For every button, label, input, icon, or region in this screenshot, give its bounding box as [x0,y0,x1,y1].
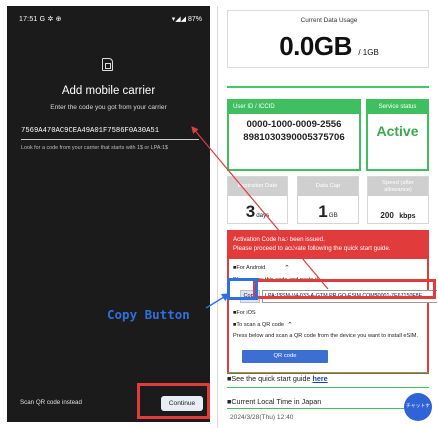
status-bar-indicators: ▾◢◢ 87% [171,16,202,23]
service-status-value: Active [376,123,419,139]
qr-instruction: Press below and scan a QR code from the … [233,333,418,339]
qr-code-button[interactable]: QR code [242,350,328,363]
data-cap-number: 1 [318,202,328,221]
android-section-label: ■For Android [233,265,266,271]
quick-start-guide-line: ■See the quick start guide here [227,374,328,383]
data-cap-value: 1GB [298,202,358,222]
speed-label: Speed (after allowance) [368,177,428,196]
code-hint-text: Look for a code from your carrier that s… [21,145,169,151]
guide-divider-bottom [227,387,429,388]
guide-here-link[interactable]: here [312,374,327,383]
chat-button[interactable]: チャットする [404,393,432,421]
esim-web-page: Current Data Usage 0.0GB / 1GB User ID /… [217,6,437,428]
speed-value: 200 kbps [368,205,428,223]
expiration-unit: days [256,212,270,219]
code-field-highlight-box [253,279,436,299]
local-time-heading: ■Current Local Time in Japan [227,397,322,406]
expiration-label: Expiration Date [228,177,287,196]
usage-cap: / 1GB [358,48,379,57]
data-cap-unit: GB [328,212,338,219]
service-status-card: Service status Active [366,99,429,171]
speed-number: 200 [380,211,394,220]
user-id-line: 0000-1000-0009-2556 [246,119,342,130]
data-cap-label: Data Cap [298,177,358,196]
service-status-label: Service status [368,101,427,114]
expiration-value: 3days [228,202,287,222]
copy-button-highlight-box [227,278,258,300]
ios-section-label: ■For iOS [233,310,256,316]
local-time-value: 2024/3/28(Thu) 12:40 [230,414,294,421]
activation-notice: Activation Code has been issued. Please … [229,232,427,259]
usage-number: 0.0GB [279,31,352,61]
activation-notice-line2: Please proceed to activate following the… [233,245,391,252]
sim-card-icon [102,58,113,71]
speed-unit: kbps [399,213,416,220]
section-divider [227,86,429,88]
page-title: Add mobile carrier [61,85,156,97]
user-id-card: User ID / ICCID 0000-1000-0009-2556 8981… [227,99,361,171]
input-underline [21,139,199,140]
iccid-line: 8981030390005375706 [243,132,345,143]
speed-card: Speed (after allowance) 200 kbps [367,176,429,224]
scan-qr-instead-link[interactable]: Scan QR code instead [20,399,82,406]
page-subtitle: Enter the code you got from your carrier [50,104,167,111]
qr-section-label: ■To scan a QR code [233,322,284,328]
android-expand-icon[interactable]: ⌃ [284,264,290,272]
expiration-number: 3 [245,202,256,221]
activation-code-input[interactable]: 7569A470AC9CEA49A01F7586F0A30A51 [21,123,199,139]
user-id-value: 0000-1000-0009-2556 8981030390005375706 [229,118,359,144]
status-bar-time: 17:51 G ✲ ⊕ [19,16,62,23]
qr-expand-icon[interactable]: ⌃ [287,321,293,329]
guide-divider-top [227,372,429,373]
data-usage-card: Current Data Usage 0.0GB / 1GB [227,10,429,68]
copy-button-callout: Copy Button [107,307,190,322]
data-cap-card: Data Cap 1GB [297,176,359,224]
guide-text: ■See the quick start guide [227,374,313,383]
expiration-card: Expiration Date 3days [227,176,288,224]
continue-highlight-box [137,383,210,419]
local-time-divider [227,408,429,409]
activation-notice-line1: Activation Code has been issued. [233,236,325,243]
activation-code-card: Activation Code has been issued. Please … [227,230,437,374]
usage-label: Current Data Usage [300,17,358,24]
android-phone-screen: 17:51 G ✲ ⊕ ▾◢◢ 87% Add mobile carrier E… [7,6,210,422]
usage-value: 0.0GB / 1GB [228,31,430,62]
user-id-label: User ID / ICCID [229,101,359,114]
